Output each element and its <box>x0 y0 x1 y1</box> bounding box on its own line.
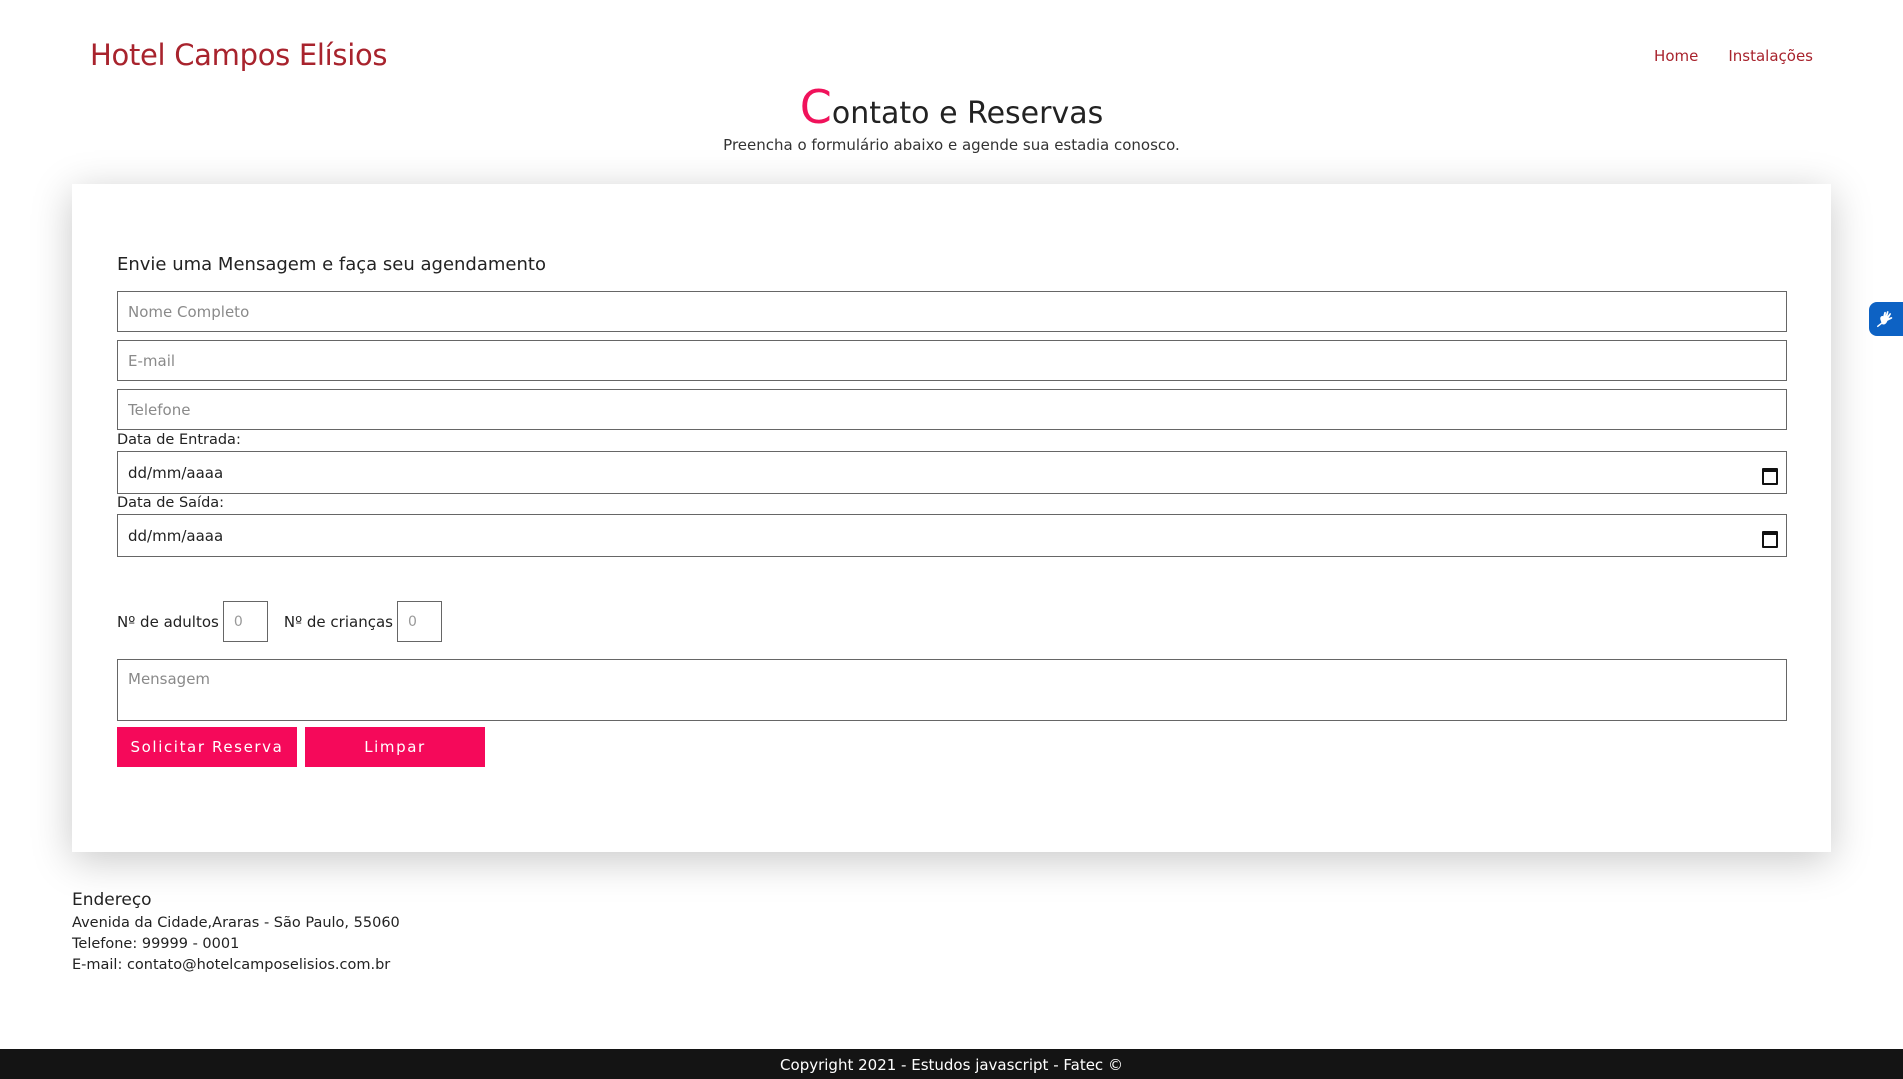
form-heading: Envie uma Mensagem e faça seu agendament… <box>117 254 546 275</box>
checkin-date-input[interactable]: dd/mm/aaaa <box>117 451 1787 494</box>
page-footer: Copyright 2021 - Estudos javascript - Fa… <box>0 1049 1903 1079</box>
reservation-card: Envie uma Mensagem e faça seu agendament… <box>72 184 1831 852</box>
full-name-input[interactable] <box>117 291 1787 332</box>
calendar-icon[interactable] <box>1762 529 1778 548</box>
address-email: E-mail: contato@hotelcamposelisios.com.b… <box>72 957 391 973</box>
clear-button[interactable]: Limpar <box>305 727 485 767</box>
checkin-label: Data de Entrada: <box>117 432 241 448</box>
calendar-icon[interactable] <box>1762 466 1778 485</box>
sign-language-icon <box>1877 311 1893 328</box>
address-section: Endereço Avenida da Cidade,Araras - São … <box>72 890 400 976</box>
checkout-label: Data de Saída: <box>117 495 225 511</box>
children-label: Nº de crianças <box>283 612 393 631</box>
accessibility-button[interactable] <box>1869 302 1903 336</box>
checkin-date-value: dd/mm/aaaa <box>128 463 224 482</box>
nav-instalacoes[interactable]: Instalações <box>1728 47 1813 65</box>
submit-reservation-button[interactable]: Solicitar Reserva <box>117 727 297 767</box>
page-subtitle: Preencha o formulário abaixo e agende su… <box>723 136 1180 154</box>
checkout-date-value: dd/mm/aaaa <box>128 526 224 545</box>
guest-counts: Nº de adultos Nº de crianças <box>117 601 442 642</box>
children-input[interactable] <box>396 601 442 642</box>
page-title: Contato e Reservas <box>0 80 1903 134</box>
address-title: Endereço <box>72 890 152 910</box>
page-title-rest: ontato e Reservas <box>831 96 1104 131</box>
address-phone: Telefone: 99999 - 0001 <box>72 936 240 952</box>
message-textarea[interactable] <box>117 659 1787 721</box>
site-brand[interactable]: Hotel Campos Elísios <box>90 38 388 72</box>
adults-label: Nº de adultos <box>117 612 219 631</box>
nav-home[interactable]: Home <box>1654 47 1698 65</box>
checkout-date-input[interactable]: dd/mm/aaaa <box>117 514 1787 557</box>
phone-input[interactable] <box>117 389 1787 430</box>
address-line: Avenida da Cidade,Araras - São Paulo, 55… <box>72 915 400 931</box>
page-title-initial: C <box>799 80 832 134</box>
footer-copyright: Copyright 2021 - Estudos javascript - Fa… <box>780 1056 1123 1074</box>
adults-input[interactable] <box>222 601 268 642</box>
main-nav: Home Instalações <box>1654 47 1813 65</box>
email-input[interactable] <box>117 340 1787 381</box>
